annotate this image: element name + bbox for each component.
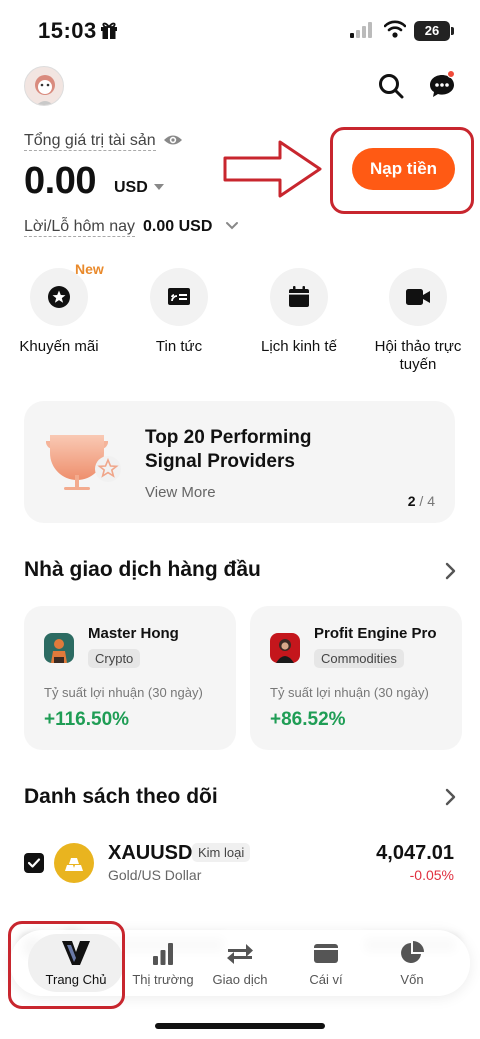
- pager-separator: /: [415, 493, 428, 509]
- watchlist-price: 4,047.01: [376, 842, 454, 864]
- wifi-icon: [384, 20, 406, 38]
- trader-avatar: [270, 633, 300, 663]
- swap-arrows-icon: [197, 940, 283, 966]
- trader-metric-label: Tỷ suất lợi nhuận (30 ngày): [44, 685, 203, 700]
- search-icon[interactable]: [377, 72, 405, 100]
- nav-capital[interactable]: Vốn: [369, 936, 455, 992]
- trader-tag: Crypto: [88, 649, 141, 668]
- video-icon: [389, 268, 447, 326]
- battery-icon: 26: [414, 21, 454, 41]
- top-traders-title: Nhà giao dịch hàng đầu: [24, 558, 261, 581]
- chevron-right-icon[interactable]: [443, 562, 457, 580]
- quick-action-news[interactable]: Tin tức: [120, 268, 238, 356]
- trader-name: Profit Engine Pro: [314, 625, 437, 642]
- pnl-value: 0.00 USD: [143, 218, 213, 235]
- pager-current: 2: [407, 493, 416, 509]
- trophy-icon: [46, 435, 121, 490]
- quick-action-promotions[interactable]: Khuyến mãi: [0, 268, 118, 356]
- trader-return: +116.50%: [44, 709, 130, 730]
- nav-label: Vốn: [400, 972, 424, 987]
- balance-label: Tổng giá trị tài sản: [24, 132, 156, 151]
- calendar-icon: [270, 268, 328, 326]
- trader-avatar: [44, 633, 74, 663]
- home-indicator: [155, 1023, 325, 1029]
- pie-chart-icon: [369, 940, 455, 966]
- quick-action-label: Hội thảo trực tuyến: [374, 338, 462, 373]
- nav-label: Thị trường: [132, 972, 194, 987]
- trader-tag: Commodities: [314, 649, 404, 668]
- trader-card[interactable]: Master Hong Crypto Tỷ suất lợi nhuận (30…: [24, 606, 236, 750]
- bar-chart-icon: [120, 940, 206, 966]
- promo-title: Top 20 Performing Signal Providers: [145, 427, 312, 472]
- nav-label: Cái ví: [309, 972, 343, 987]
- quick-action-economic-calendar[interactable]: Lịch kinh tế: [240, 268, 358, 356]
- quick-action-label: Tin tức: [155, 338, 203, 355]
- watchlist-symbol[interactable]: XAUUSD: [108, 842, 192, 865]
- promo-banner[interactable]: Top 20 Performing Signal Providers View …: [24, 401, 455, 523]
- nav-trade[interactable]: Giao dịch: [197, 936, 283, 992]
- pnl-label: Lời/Lỗ hôm nay: [24, 218, 135, 237]
- gift-icon: [101, 22, 117, 39]
- trader-return: +86.52%: [270, 709, 346, 730]
- avatar[interactable]: [24, 66, 64, 106]
- quick-action-label: Khuyến mãi: [19, 338, 99, 355]
- chevron-right-icon[interactable]: [443, 788, 457, 806]
- trader-metric-label: Tỷ suất lợi nhuận (30 ngày): [270, 685, 429, 700]
- trader-name: Master Hong: [88, 625, 179, 642]
- annotation-box: [8, 921, 125, 1009]
- gold-bars-icon: [54, 843, 94, 883]
- star-badge-icon: [30, 268, 88, 326]
- deposit-button[interactable]: Nạp tiền: [352, 148, 455, 190]
- nav-markets[interactable]: Thị trường: [120, 936, 206, 992]
- quick-action-label: Lịch kinh tế: [261, 338, 337, 355]
- balance-currency[interactable]: USD: [114, 179, 148, 197]
- nav-label: Giao dịch: [212, 972, 268, 987]
- view-more-link[interactable]: View More: [145, 484, 216, 501]
- signal-icon: [350, 22, 372, 38]
- pager-total: 4: [427, 493, 435, 509]
- nav-wallet[interactable]: Cái ví: [283, 936, 369, 992]
- chevron-down-icon[interactable]: [225, 221, 239, 231]
- balance-amount: 0.00: [24, 160, 96, 202]
- watchlist-change: -0.05%: [409, 867, 454, 883]
- watchlist-badge: Kim loại: [192, 843, 251, 862]
- quick-action-webinars[interactable]: Hội thảo trực tuyến: [359, 268, 477, 374]
- caret-down-icon[interactable]: [154, 184, 164, 191]
- eye-icon[interactable]: [163, 132, 183, 148]
- wallet-icon: [283, 940, 369, 966]
- status-bar: 15:03 26: [0, 0, 480, 60]
- check-icon: [27, 858, 41, 868]
- watchlist-title: Danh sách theo dõi: [24, 785, 218, 808]
- news-icon: [150, 268, 208, 326]
- trader-card[interactable]: Profit Engine Pro Commodities Tỷ suất lợ…: [250, 606, 462, 750]
- promo-pager: 2 / 4: [408, 493, 435, 509]
- notification-dot: [447, 70, 455, 78]
- annotation-arrow-icon: [223, 140, 322, 198]
- status-time: 15:03: [38, 18, 97, 43]
- watchlist-description: Gold/US Dollar: [108, 867, 202, 883]
- watchlist-checkbox[interactable]: [24, 853, 44, 873]
